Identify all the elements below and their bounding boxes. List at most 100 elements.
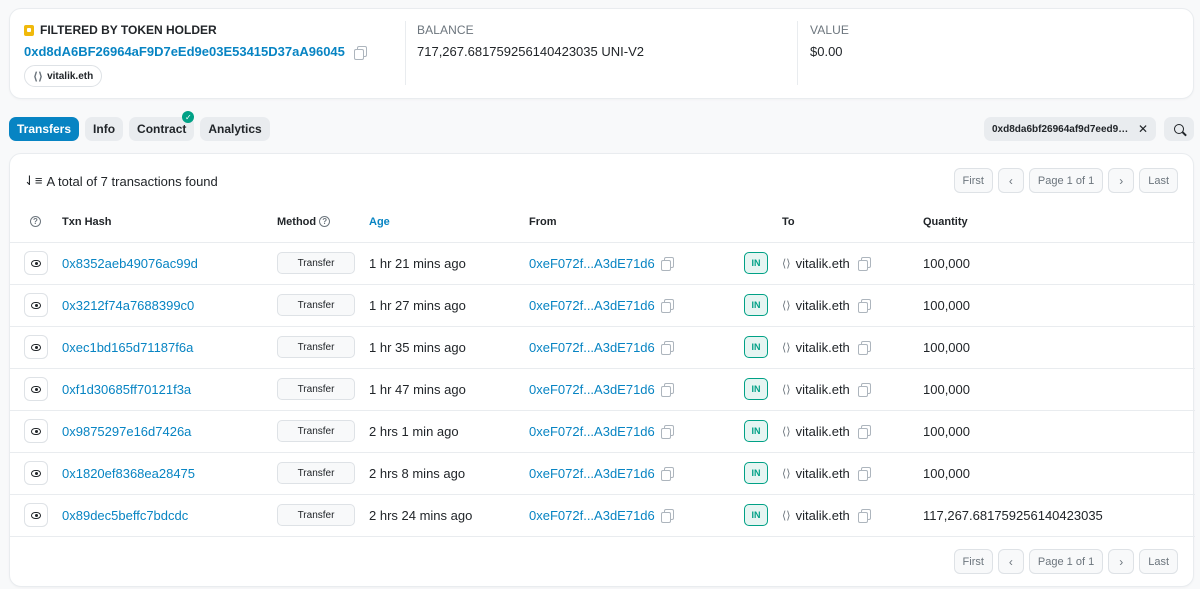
to-ens-name[interactable]: vitalik.eth [796,466,850,481]
table-row: 0x8352aeb49076ac99d Transfer 1 hr 21 mins … [10,242,1195,285]
search-button[interactable] [1164,117,1194,141]
view-details-button[interactable] [24,335,48,359]
from-address-link[interactable]: 0xeF072f...A3dE71d6 [529,340,655,355]
help-icon-header[interactable]: ? [10,202,62,243]
from-address-link[interactable]: 0xeF072f...A3dE71d6 [529,466,655,481]
from-address-link[interactable]: 0xeF072f...A3dE71d6 [529,256,655,271]
row-quantity-cell: 100,000 [923,242,1195,285]
copy-icon[interactable] [660,299,674,313]
first-page-button[interactable]: First [953,168,993,193]
copy-icon[interactable] [660,467,674,481]
table-row: 0xec1bd165d71187f6a Transfer 1 hr 35 mins … [10,326,1195,369]
txn-hash-link[interactable]: 0x8352aeb49076ac99d [62,256,200,271]
txn-hash-link[interactable]: 0x9875297e16d7426a [62,424,200,439]
copy-icon[interactable] [660,509,674,523]
last-page-button[interactable]: Last [1139,549,1178,574]
col-method-label: Method [277,215,317,228]
sort-icon[interactable]: ⇃≡ [24,173,42,189]
copy-icon[interactable] [660,425,674,439]
txn-hash-link[interactable]: 0x89dec5beffc7bdcdc [62,508,200,523]
holder-ens-pill[interactable]: ⟨⟩ vitalik.eth [24,65,103,87]
row-from-cell: 0xeF072f...A3dE71d6 [529,242,744,285]
ens-icon: ⟨⟩ [782,257,791,270]
address-filter-chip[interactable]: 0xd8da6bf26964af9d7eed9e03e53415d37aa960… [984,117,1156,141]
last-page-button[interactable]: Last [1139,168,1178,193]
to-ens-name[interactable]: vitalik.eth [796,256,850,271]
copy-icon[interactable] [660,257,674,271]
help-icon[interactable]: ? [30,216,41,228]
row-direction-cell: IN [744,494,782,537]
copy-icon[interactable] [660,383,674,397]
filter-icon [24,24,34,36]
next-page-button[interactable]: › [1108,549,1135,574]
from-address-link[interactable]: 0xeF072f...A3dE71d6 [529,508,655,523]
copy-icon[interactable] [660,341,674,355]
txn-hash-link[interactable]: 0xec1bd165d71187f6a [62,340,200,355]
tab-contract-label: Contract [137,122,187,136]
copy-icon[interactable] [857,299,871,313]
txn-hash-link[interactable]: 0x1820ef8368ea28475 [62,466,200,481]
value-label: VALUE [810,23,849,37]
to-ens-name[interactable]: vitalik.eth [796,340,850,355]
tab-info[interactable]: Info [85,117,124,141]
view-details-button[interactable] [24,461,48,485]
method-badge: Transfer [277,420,355,442]
table-row: 0x1820ef8368ea28475 Transfer 2 hrs 8 mins … [10,452,1195,495]
check-icon: ✓ [182,111,195,123]
row-hash-cell: 0x8352aeb49076ac99d [62,242,277,285]
copy-icon[interactable] [857,509,871,523]
holder-address-link[interactable]: 0xd8dA6BF26964aF9D7eEd9e03E53415D37aA960… [24,44,345,59]
row-quantity-cell: 117,267.681759256140423035 [923,494,1195,537]
copy-icon[interactable] [353,45,367,60]
row-quantity-cell: 100,000 [923,452,1195,495]
first-page-button[interactable]: First [953,549,993,574]
to-ens-name[interactable]: vitalik.eth [796,508,850,523]
next-page-button[interactable]: › [1108,168,1135,193]
view-details-button[interactable] [24,251,48,275]
value-section: VALUE $0.00 [797,21,1195,85]
copy-icon[interactable] [857,383,871,397]
row-from-cell: 0xeF072f...A3dE71d6 [529,494,744,537]
view-details-button[interactable] [24,503,48,527]
eye-icon [31,343,41,351]
from-address-link[interactable]: 0xeF072f...A3dE71d6 [529,298,655,313]
txn-hash-link[interactable]: 0xf1d30685ff70121f3a [62,382,200,397]
row-hash-cell: 0xec1bd165d71187f6a [62,326,277,369]
copy-icon[interactable] [857,341,871,355]
col-to: To [782,202,923,243]
view-details-button[interactable] [24,293,48,317]
col-age[interactable]: Age [369,202,529,243]
txn-hash-link[interactable]: 0x3212f74a7688399c0 [62,298,200,313]
copy-icon[interactable] [857,425,871,439]
tab-contract[interactable]: Contract ✓ [129,111,195,141]
close-icon[interactable]: ✕ [1138,122,1148,136]
to-ens-name[interactable]: vitalik.eth [796,382,850,397]
help-icon[interactable]: ? [319,216,331,228]
copy-icon[interactable] [857,467,871,481]
copy-icon[interactable] [857,257,871,271]
ens-icon: ⟨⟩ [782,467,791,480]
to-ens-name[interactable]: vitalik.eth [796,298,850,313]
transfers-table: ? Txn Hash Method ? Age From To Quantity… [10,202,1195,537]
view-details-button[interactable] [24,419,48,443]
to-ens-name[interactable]: vitalik.eth [796,424,850,439]
row-hash-cell: 0x89dec5beffc7bdcdc [62,494,277,537]
tab-analytics[interactable]: Analytics [200,117,270,141]
ens-icon: ⟨⟩ [782,509,791,522]
row-view-cell [10,410,62,453]
row-method-cell: Transfer [277,284,369,327]
from-address-link[interactable]: 0xeF072f...A3dE71d6 [529,424,655,439]
row-method-cell: Transfer [277,494,369,537]
tab-transfers[interactable]: Transfers [9,117,80,141]
transfers-table-card: ⇃≡ A total of 7 transactions found First… [9,153,1195,587]
prev-page-button[interactable]: ‹ [997,168,1024,193]
view-details-button[interactable] [24,377,48,401]
eye-icon [31,385,41,393]
row-quantity-cell: 100,000 [923,368,1195,411]
eye-icon [31,301,41,309]
prev-page-button[interactable]: ‹ [997,549,1024,574]
from-address-link[interactable]: 0xeF072f...A3dE71d6 [529,382,655,397]
table-row: 0x9875297e16d7426a Transfer 2 hrs 1 min ag… [10,410,1195,453]
direction-badge: IN [744,420,768,442]
filter-chip-text: 0xd8da6bf26964af9d7eed9e03e53415d37aa960… [992,123,1132,135]
